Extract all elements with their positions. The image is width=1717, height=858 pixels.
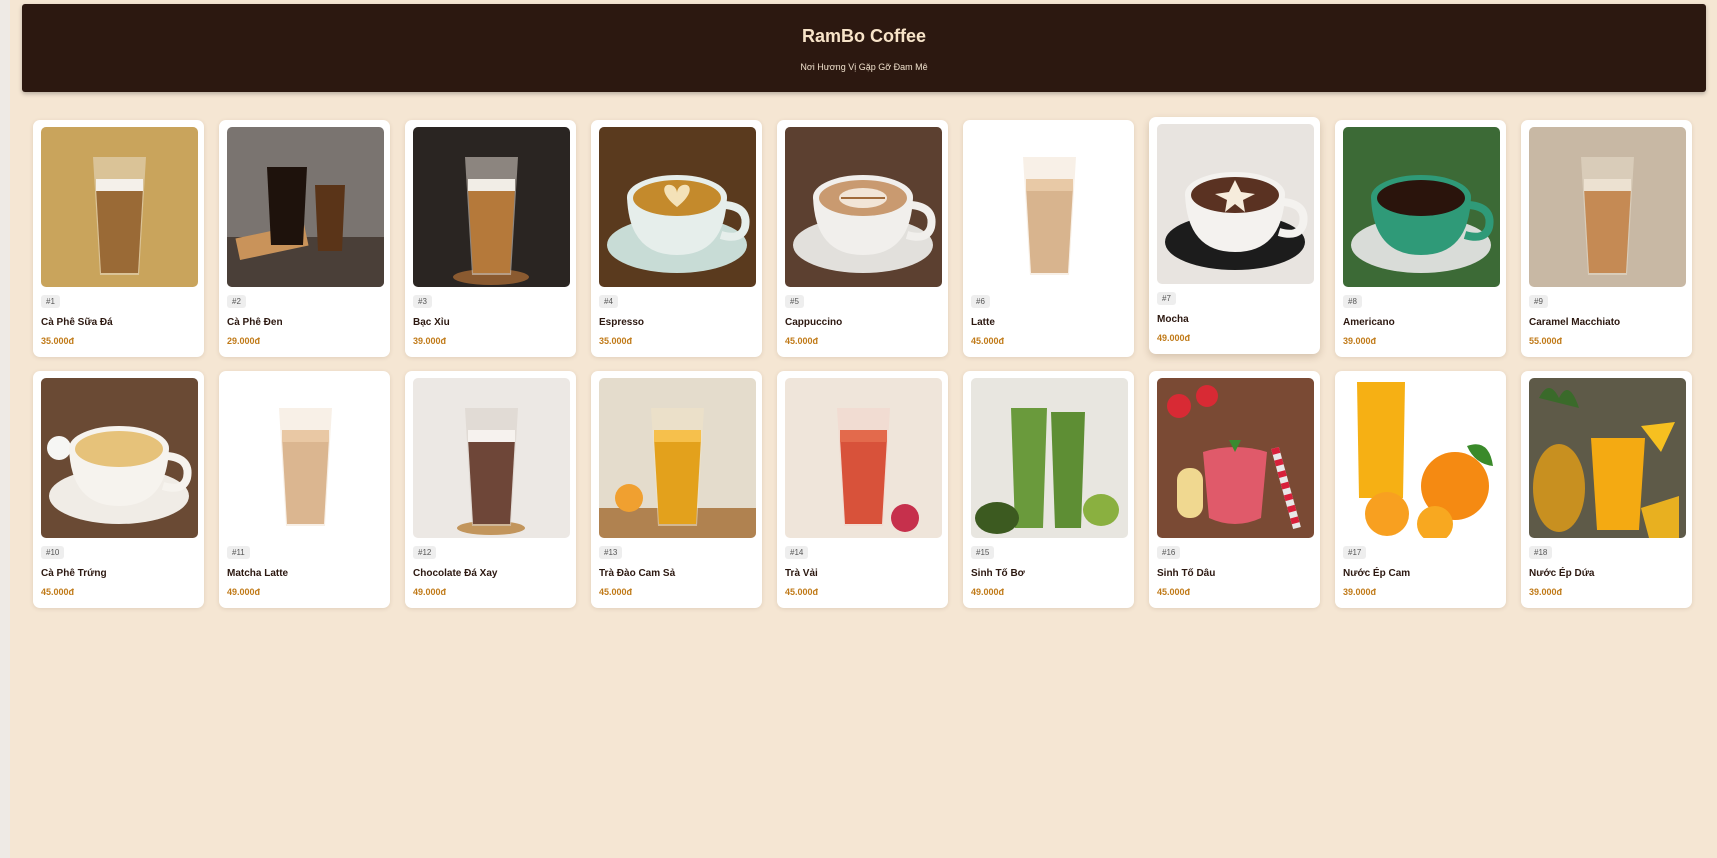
product-name: Cà Phê Đen (227, 317, 283, 328)
item-number-badge: #1 (41, 295, 60, 308)
item-number-badge: #11 (227, 546, 250, 559)
product-price: 55.000đ (1529, 336, 1563, 346)
iced-milk-coffee-icon (41, 127, 198, 287)
product-name: Cà Phê Trứng (41, 568, 107, 579)
product-name: Matcha Latte (227, 568, 289, 579)
product-card[interactable]: #11 Matcha Latte 49.000đ (219, 371, 390, 608)
product-name: Cà Phê Sữa Đá (41, 317, 113, 328)
product-card[interactable]: #15 Sinh Tố Bơ 49.000đ (963, 371, 1134, 608)
bac-xiu-icon (413, 127, 570, 287)
site-header: RamBo Coffee Nơi Hương Vị Gặp Gỡ Đam Mê (22, 4, 1706, 92)
product-price: 49.000đ (413, 587, 447, 597)
product-price: 35.000đ (599, 336, 633, 346)
product-name: Cappuccino (785, 317, 843, 328)
product-price: 45.000đ (599, 587, 633, 597)
product-price: 29.000đ (227, 336, 261, 346)
item-number-badge: #4 (599, 295, 618, 308)
product-name: Nước Ép Dứa (1529, 568, 1595, 579)
product-card[interactable]: #4 Espresso 35.000đ (591, 120, 762, 357)
item-number-badge: #9 (1529, 295, 1548, 308)
iced-latte-icon (971, 127, 1128, 287)
product-card[interactable]: #17 Nước Ép Cam 39.000đ (1335, 371, 1506, 608)
product-card[interactable]: #18 Nước Ép Dứa 39.000đ (1521, 371, 1692, 608)
item-number-badge: #18 (1529, 546, 1553, 559)
product-price: 45.000đ (41, 587, 75, 597)
product-price: 45.000đ (1157, 587, 1191, 597)
product-price: 39.000đ (1529, 587, 1563, 597)
product-price: 35.000đ (41, 336, 75, 346)
product-name: Chocolate Đá Xay (413, 568, 498, 579)
product-name: Sinh Tố Bơ (971, 568, 1025, 579)
product-name: Americano (1343, 317, 1395, 328)
product-name: Espresso (599, 317, 645, 328)
product-card[interactable]: #2 Cà Phê Đen 29.000đ (219, 120, 390, 357)
avocado-smoothie-icon (971, 378, 1128, 538)
cappuccino-cup-icon (785, 127, 942, 287)
caramel-macchiato-icon (1529, 127, 1686, 287)
brand-title: RamBo Coffee (801, 26, 926, 46)
egg-coffee-icon (41, 378, 198, 538)
product-card[interactable]: #5 Cappuccino 45.000đ (777, 120, 948, 357)
product-price: 39.000đ (1343, 336, 1377, 346)
product-name: Sinh Tố Dâu (1157, 568, 1216, 579)
espresso-cup-icon (599, 127, 756, 287)
product-price: 49.000đ (971, 587, 1005, 597)
item-number-badge: #3 (413, 295, 432, 308)
product-name: Nước Ép Cam (1343, 568, 1411, 579)
product-card[interactable]: #3 Bạc Xỉu 39.000đ (405, 120, 576, 357)
item-number-badge: #17 (1343, 546, 1367, 559)
item-number-badge: #2 (227, 295, 246, 308)
brand-tagline: Nơi Hương Vị Gặp Gỡ Đam Mê (800, 62, 928, 72)
item-number-badge: #12 (413, 546, 437, 559)
item-number-badge: #5 (785, 295, 804, 308)
page-left-edge (0, 0, 10, 858)
product-name: Trà Đào Cam Sả (599, 568, 676, 579)
product-price: 45.000đ (971, 336, 1005, 346)
product-price: 49.000đ (1157, 333, 1191, 343)
iced-black-coffee-icon (227, 127, 384, 287)
product-grid: #1 Cà Phê Sữa Đá 35.000đ #2 Cà Phê Đen 2… (33, 117, 1696, 608)
mocha-cup-icon (1157, 124, 1314, 284)
item-number-badge: #13 (599, 546, 623, 559)
product-price: 39.000đ (413, 336, 447, 346)
product-name: Mocha (1157, 314, 1189, 325)
item-number-badge: #7 (1157, 292, 1176, 305)
product-card[interactable]: #9 Caramel Macchiato 55.000đ (1521, 120, 1692, 357)
product-card[interactable]: #14 Trà Vải 45.000đ (777, 371, 948, 608)
item-number-badge: #6 (971, 295, 990, 308)
strawberry-smoothie-icon (1157, 378, 1314, 538)
product-price: 49.000đ (227, 587, 261, 597)
chocolate-frappe-icon (413, 378, 570, 538)
matcha-latte-icon (227, 378, 384, 538)
lychee-tea-icon (785, 378, 942, 538)
product-card[interactable]: #16 Sinh Tố Dâu 45.000đ (1149, 371, 1320, 608)
product-name: Latte (971, 317, 995, 328)
product-card[interactable]: #13 Trà Đào Cam Sả 45.000đ (591, 371, 762, 608)
product-price: 45.000đ (785, 336, 819, 346)
item-number-badge: #10 (41, 546, 65, 559)
pineapple-juice-icon (1529, 378, 1686, 538)
product-card[interactable]: #1 Cà Phê Sữa Đá 35.000đ (33, 120, 204, 357)
americano-cup-icon (1343, 127, 1500, 287)
product-name: Bạc Xỉu (413, 317, 450, 328)
product-card[interactable]: #12 Chocolate Đá Xay 49.000đ (405, 371, 576, 608)
item-number-badge: #14 (785, 546, 809, 559)
peach-tea-icon (599, 378, 756, 538)
product-name: Caramel Macchiato (1529, 317, 1621, 328)
product-card[interactable]: #8 Americano 39.000đ (1335, 120, 1506, 357)
product-card[interactable]: #7 Mocha 49.000đ (1149, 117, 1320, 354)
product-card[interactable]: #10 Cà Phê Trứng 45.000đ (33, 371, 204, 608)
orange-juice-icon (1343, 378, 1500, 538)
product-name: Trà Vải (785, 568, 818, 579)
product-price: 39.000đ (1343, 587, 1377, 597)
product-price: 45.000đ (785, 587, 819, 597)
item-number-badge: #8 (1343, 295, 1362, 308)
product-card[interactable]: #6 Latte 45.000đ (963, 120, 1134, 357)
item-number-badge: #16 (1157, 546, 1181, 559)
item-number-badge: #15 (971, 546, 995, 559)
